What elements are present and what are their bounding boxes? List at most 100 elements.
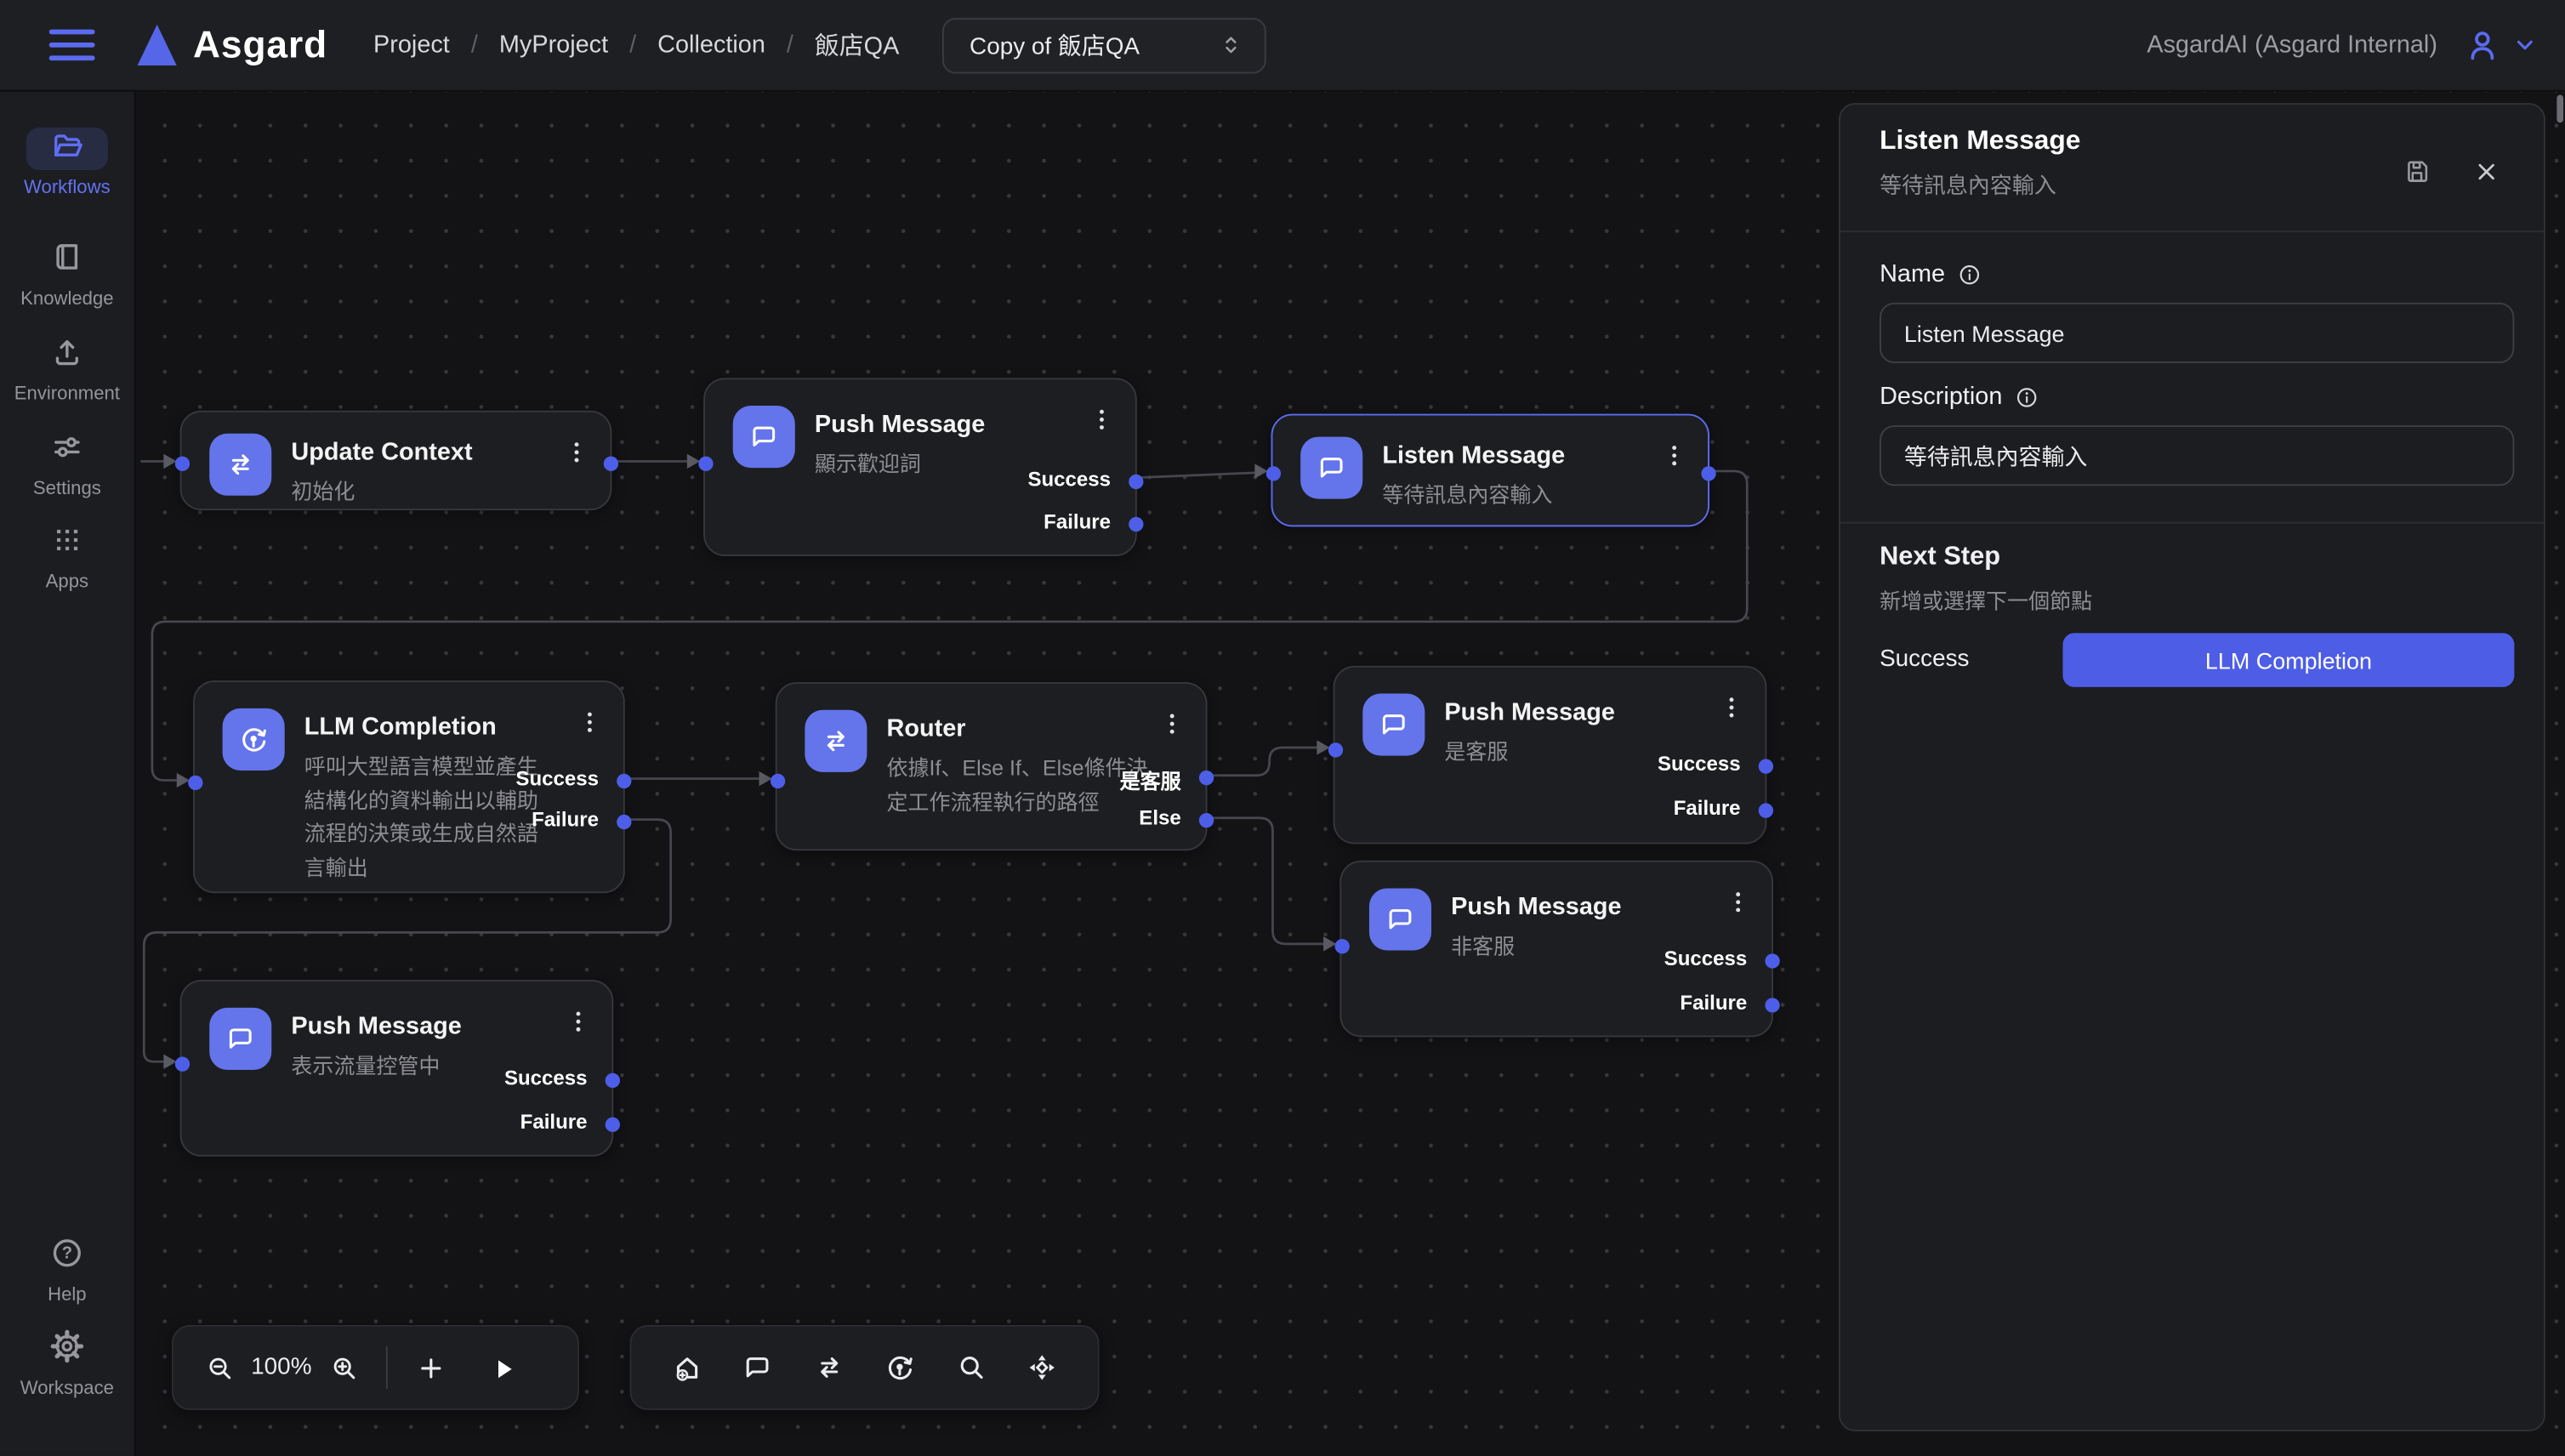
node-menu-icon[interactable] xyxy=(1157,707,1186,739)
sidebar-item-knowledge[interactable]: Knowledge xyxy=(0,239,134,310)
output-port[interactable] xyxy=(1764,953,1778,967)
node-menu-icon[interactable] xyxy=(1716,691,1746,723)
name-input[interactable] xyxy=(1880,303,2514,363)
output-port[interactable] xyxy=(616,814,630,828)
node-description: 初始化 xyxy=(291,476,355,509)
output-label: 是客服 xyxy=(1120,764,1181,795)
swap-icon[interactable] xyxy=(803,1341,856,1394)
node-push-message-welcome[interactable]: Push Message顯示歡迎詞SuccessFailure xyxy=(703,378,1137,556)
output-port[interactable] xyxy=(1198,812,1213,827)
sidebar-item-environment[interactable]: Environment xyxy=(0,333,134,404)
search-icon[interactable] xyxy=(945,1341,998,1394)
breadcrumb-myproject[interactable]: MyProject xyxy=(499,31,608,60)
output-label: Failure xyxy=(1674,797,1741,820)
input-port[interactable] xyxy=(770,773,784,788)
panel-subtitle: 等待訊息內容輸入 xyxy=(1880,167,2056,199)
output-port[interactable] xyxy=(605,1117,619,1131)
node-push-message-agent[interactable]: Push Message是客服SuccessFailure xyxy=(1334,666,1767,845)
node-menu-icon[interactable] xyxy=(1722,885,1752,918)
breadcrumb-separator: / xyxy=(629,31,636,60)
output-port[interactable] xyxy=(616,773,630,788)
next-node-button[interactable]: LLM Completion xyxy=(2062,633,2514,686)
chat-icon xyxy=(1369,888,1431,950)
workflow-version-dropdown[interactable]: Copy of 飯店QA xyxy=(941,17,1265,72)
app-window: Asgard Project / MyProject / Collection … xyxy=(0,0,2565,1456)
zoom-out-button[interactable] xyxy=(193,1341,246,1394)
zoom-level: 100% xyxy=(246,1355,318,1381)
breadcrumb-collection[interactable]: Collection xyxy=(657,31,765,60)
node-title: Push Message xyxy=(1444,698,1614,726)
node-listen-message[interactable]: Listen Message等待訊息內容輸入 xyxy=(1271,414,1709,527)
sidebar-item-apps[interactable]: Apps xyxy=(0,522,134,593)
sidebar-item-settings[interactable]: Settings xyxy=(0,429,134,499)
chat-icon[interactable] xyxy=(732,1341,785,1394)
input-port[interactable] xyxy=(697,456,712,470)
info-icon xyxy=(1957,261,1983,287)
brand-name: Asgard xyxy=(193,23,327,67)
input-port[interactable] xyxy=(187,775,202,789)
input-port[interactable] xyxy=(1328,742,1342,756)
sidebar-item-label: Workspace xyxy=(20,1379,114,1398)
menu-icon[interactable] xyxy=(49,30,95,60)
move-icon[interactable] xyxy=(1015,1341,1068,1394)
output-port[interactable] xyxy=(603,456,617,470)
node-llm-completion[interactable]: LLM Completion呼叫大型語言模型並產生結構化的資料輸出以輔助流程的決… xyxy=(193,680,625,893)
sidebar-item-label: Apps xyxy=(46,572,88,592)
output-label: Failure xyxy=(532,808,599,831)
save-icon[interactable] xyxy=(2402,156,2433,187)
sidebar-item-help[interactable]: ?Help xyxy=(0,1235,134,1305)
breadcrumb-workflow[interactable]: 飯店QA xyxy=(815,28,899,62)
node-title: LLM Completion xyxy=(304,714,497,742)
workflow-version-label: Copy of 飯店QA xyxy=(970,28,1140,62)
add-node-button[interactable] xyxy=(404,1341,457,1394)
close-icon[interactable] xyxy=(2471,157,2501,187)
node-menu-icon[interactable] xyxy=(1658,438,1688,470)
input-port[interactable] xyxy=(174,1056,189,1071)
sidebar-item-workspace[interactable]: Workspace xyxy=(0,1328,134,1399)
node-router[interactable]: Router依據If、Else If、Else條件決定工作流程執行的路徑是客服E… xyxy=(776,682,1208,850)
ai-icon[interactable] xyxy=(873,1341,926,1394)
next-step-title: Next Step xyxy=(1880,543,2000,573)
input-port[interactable] xyxy=(1265,465,1280,480)
output-port[interactable] xyxy=(1128,516,1142,531)
sidebar-item-label: Help xyxy=(48,1286,87,1305)
breadcrumb-project[interactable]: Project xyxy=(373,31,450,60)
scrollbar-thumb[interactable] xyxy=(2556,95,2563,123)
zoom-in-button[interactable] xyxy=(317,1341,370,1394)
input-port[interactable] xyxy=(1334,938,1349,953)
node-description: 是客服 xyxy=(1444,737,1508,770)
user-icon[interactable] xyxy=(2464,26,2501,64)
chat-icon xyxy=(209,1008,271,1070)
sidebar-item-workflows[interactable]: Workflows xyxy=(0,128,134,198)
output-port[interactable] xyxy=(1198,770,1213,784)
node-update-context[interactable]: Update Context初始化 xyxy=(180,411,612,510)
input-port[interactable] xyxy=(174,456,189,470)
node-push-message-throttle[interactable]: Push Message表示流量控管中SuccessFailure xyxy=(180,980,614,1157)
run-workflow-button[interactable] xyxy=(476,1341,529,1394)
output-port[interactable] xyxy=(1128,474,1142,488)
node-title: Push Message xyxy=(291,1013,461,1041)
node-push-message-nonagent[interactable]: Push Message非客服SuccessFailure xyxy=(1339,861,1773,1038)
output-port[interactable] xyxy=(1758,759,1772,773)
account-chevron-down-icon[interactable] xyxy=(2511,31,2539,60)
node-description: 表示流量控管中 xyxy=(291,1050,440,1083)
node-palette-toolbar xyxy=(630,1325,1100,1410)
gear-icon xyxy=(49,1328,85,1372)
output-port[interactable] xyxy=(1758,802,1772,816)
edge-push-message-welcome-to-listen-message xyxy=(1137,473,1254,478)
description-input[interactable] xyxy=(1880,425,2514,486)
output-port[interactable] xyxy=(605,1072,619,1087)
branch-success-label: Success xyxy=(1880,646,1969,673)
output-port[interactable] xyxy=(1764,997,1778,1011)
node-menu-icon[interactable] xyxy=(563,1004,593,1037)
output-port[interactable] xyxy=(1700,465,1715,480)
house-add-icon[interactable] xyxy=(661,1341,714,1394)
edge-router-to-push-message-nonagent xyxy=(1208,818,1324,944)
node-menu-icon[interactable] xyxy=(1086,402,1116,435)
panel-divider xyxy=(1840,522,2544,524)
breadcrumb: Project / MyProject / Collection / 飯店QA xyxy=(373,28,899,62)
book-icon xyxy=(49,238,85,282)
breadcrumb-separator: / xyxy=(787,31,793,60)
node-menu-icon[interactable] xyxy=(574,705,604,737)
node-menu-icon[interactable] xyxy=(561,435,591,468)
